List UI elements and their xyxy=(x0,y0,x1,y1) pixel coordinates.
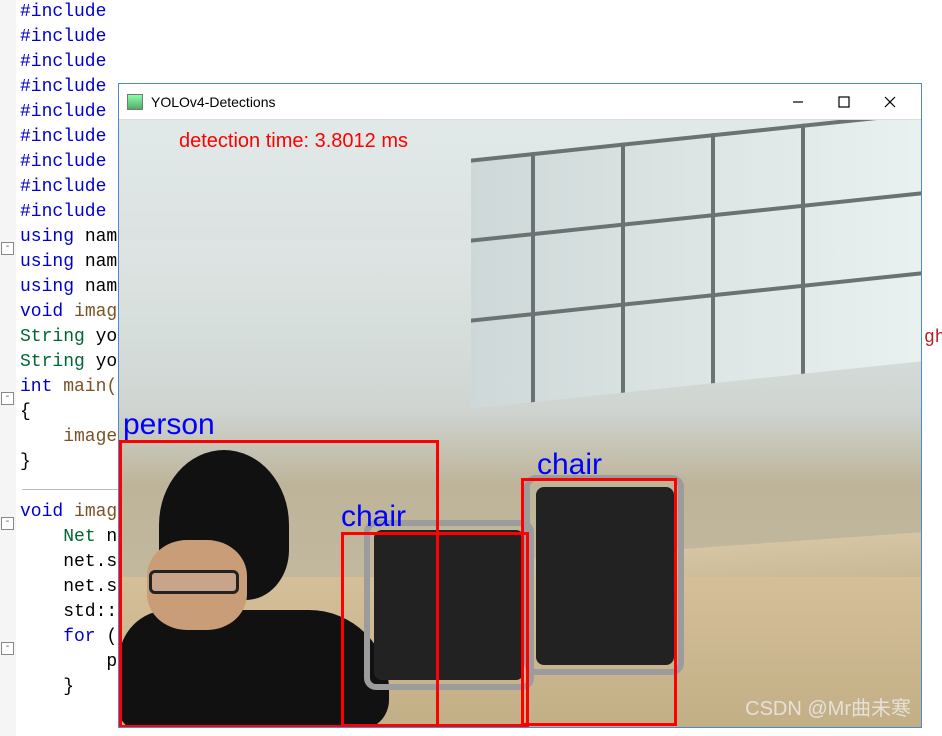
bbox-label-chair: chair xyxy=(537,448,602,482)
titlebar[interactable]: YOLOv4-Detections xyxy=(119,84,921,120)
bbox-chair xyxy=(341,532,529,727)
bbox-label-chair: chair xyxy=(341,500,406,534)
code-right-clip: gh xyxy=(924,326,942,354)
code-line: #include xyxy=(20,25,942,50)
code-line: #include xyxy=(20,0,942,25)
bbox-label-person: person xyxy=(123,408,215,442)
fold-main[interactable]: - xyxy=(1,392,14,405)
bbox-chair xyxy=(521,478,677,726)
maximize-button[interactable] xyxy=(821,87,867,117)
fold-using-block[interactable]: - xyxy=(1,242,14,255)
code-line: #include xyxy=(20,50,942,75)
fold-for[interactable]: - xyxy=(1,642,14,655)
fold-func[interactable]: - xyxy=(1,517,14,530)
detection-time-text: detection time: 3.8012 ms xyxy=(179,130,408,153)
minimize-button[interactable] xyxy=(775,87,821,117)
close-button[interactable] xyxy=(867,87,913,117)
detection-viewport: detection time: 3.8012 ms person chair cha… xyxy=(119,120,921,727)
detection-window: YOLOv4-Detections xyxy=(118,83,922,728)
window-title: YOLOv4-Detections xyxy=(151,94,775,110)
app-icon xyxy=(127,94,143,110)
watermark: CSDN @Mr曲未寒 xyxy=(745,692,911,721)
gutter: - - - - xyxy=(0,0,16,736)
